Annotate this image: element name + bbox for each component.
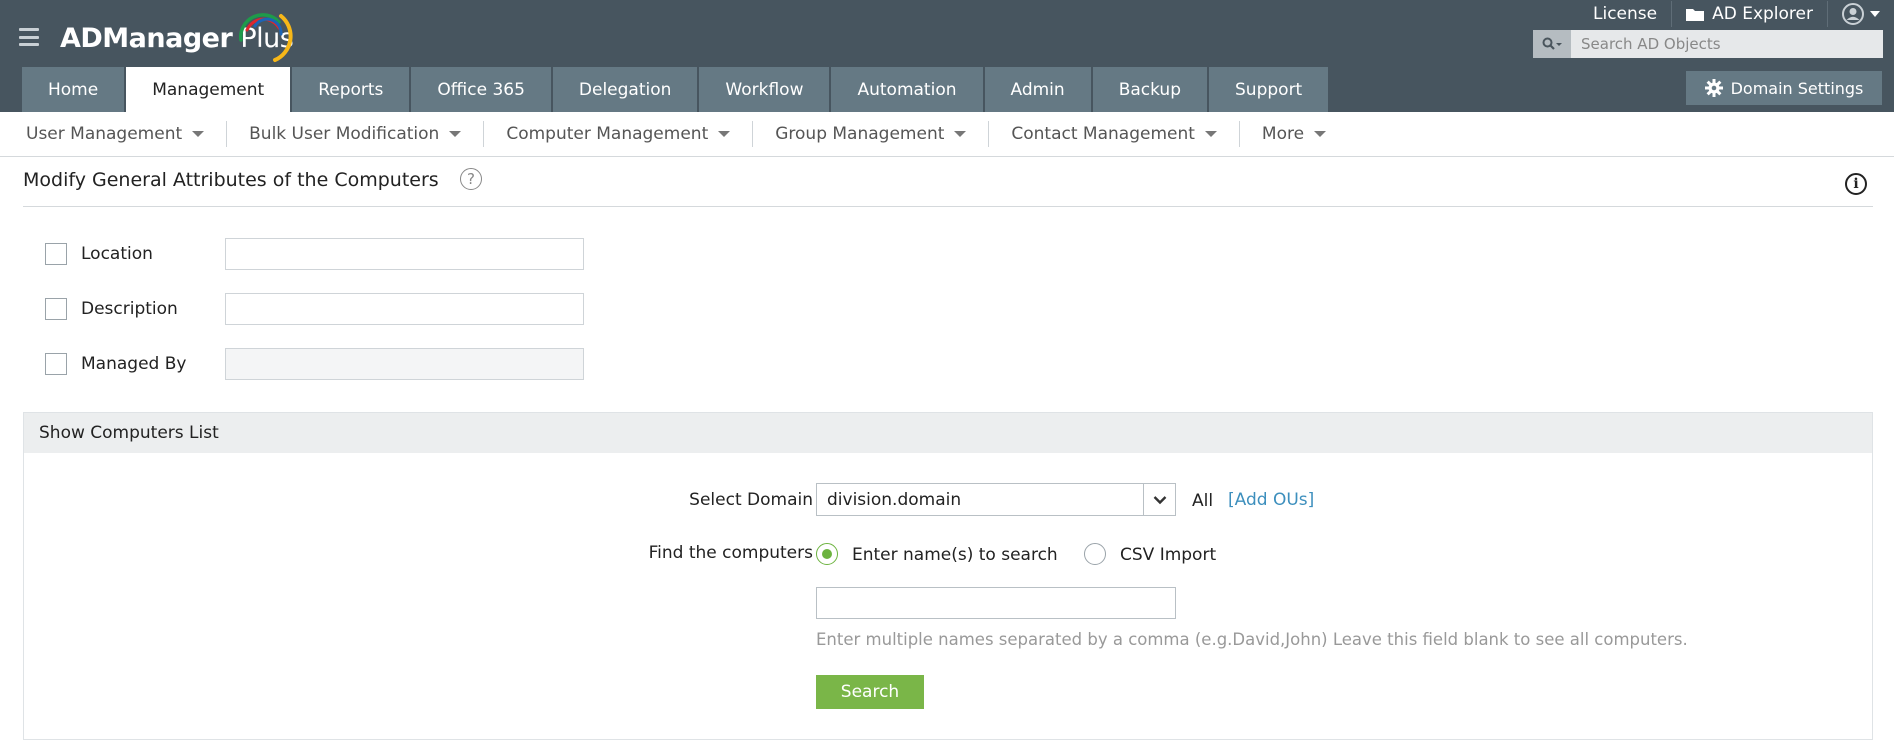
tab-admin[interactable]: Admin	[984, 67, 1091, 112]
chevron-down-icon	[192, 131, 205, 137]
ad-explorer-label: AD Explorer	[1712, 4, 1813, 24]
license-link[interactable]: License	[1579, 1, 1671, 27]
info-icon[interactable]: i	[1845, 173, 1867, 195]
sub-menu: User Management Bulk User Modification Com…	[0, 112, 1894, 157]
description-field[interactable]	[225, 293, 584, 325]
managed-by-label: Managed By	[81, 354, 187, 374]
managed-by-checkbox[interactable]	[45, 353, 67, 375]
submenu-group-management[interactable]: Group Management	[752, 121, 988, 147]
license-label: License	[1593, 4, 1658, 24]
names-hint-text: Enter multiple names separated by a comm…	[816, 630, 1688, 649]
tab-management[interactable]: Management	[126, 67, 291, 112]
submenu-label: Bulk User Modification	[249, 124, 440, 144]
submenu-bulk-user-modification[interactable]: Bulk User Modification	[226, 121, 483, 147]
chevron-down-icon[interactable]	[1143, 484, 1175, 515]
select-domain-label: Select Domain	[689, 490, 813, 510]
attribute-row-managed-by: Managed By	[45, 348, 584, 380]
tab-delegation[interactable]: Delegation	[552, 67, 698, 112]
csv-import-label: CSV Import	[1120, 545, 1217, 565]
tab-home[interactable]: Home	[22, 67, 125, 112]
managed-by-field[interactable]	[225, 348, 584, 380]
logo-name-bold: ADManager	[60, 23, 233, 54]
submenu-label: More	[1261, 124, 1305, 144]
ad-explorer-link[interactable]: AD Explorer	[1671, 1, 1827, 27]
user-account-menu[interactable]	[1827, 1, 1894, 27]
add-ous-link[interactable]: [Add OUs]	[1228, 490, 1314, 510]
radio-enter-names[interactable]	[816, 543, 838, 565]
chevron-down-icon	[449, 131, 462, 137]
show-computers-panel: Show Computers List Select Domain divisi…	[23, 412, 1873, 740]
panel-heading: Show Computers List	[24, 413, 1872, 453]
location-label: Location	[81, 244, 153, 264]
radio-csv-import[interactable]	[1084, 543, 1106, 565]
domain-settings-button[interactable]: Domain Settings	[1686, 71, 1882, 105]
all-label: All	[1192, 491, 1214, 511]
attribute-row-description: Description	[45, 293, 584, 325]
chevron-down-icon	[1314, 131, 1327, 137]
hamburger-menu-icon[interactable]	[19, 28, 39, 46]
find-computers-label: Find the computers	[648, 543, 813, 563]
top-header: ADManager Plus License AD Explorer Searc…	[0, 0, 1894, 112]
app-logo[interactable]: ADManager Plus	[60, 13, 294, 62]
folder-icon	[1686, 9, 1705, 21]
tab-automation[interactable]: Automation	[831, 67, 983, 112]
chevron-down-icon	[718, 131, 731, 137]
help-icon[interactable]: ?	[460, 168, 482, 190]
main-tabs: Home Management Reports Office 365 Delegatio…	[22, 67, 1330, 112]
user-avatar-icon	[1842, 3, 1864, 25]
search-button[interactable]: Search	[816, 675, 924, 709]
tab-office-365[interactable]: Office 365	[411, 67, 551, 112]
submenu-computer-management[interactable]: Computer Management	[483, 121, 752, 147]
tab-workflow[interactable]: Workflow	[699, 67, 830, 112]
chevron-down-icon	[1870, 11, 1880, 17]
domain-select-value: division.domain	[827, 489, 962, 510]
submenu-user-management[interactable]: User Management	[4, 121, 226, 147]
computer-names-input[interactable]	[816, 587, 1176, 619]
chevron-down-icon	[1204, 131, 1217, 137]
domain-settings-label: Domain Settings	[1730, 78, 1864, 98]
submenu-contact-management[interactable]: Contact Management	[988, 121, 1239, 147]
location-checkbox[interactable]	[45, 243, 67, 265]
ad-object-search	[1533, 30, 1883, 58]
top-links: License AD Explorer	[1579, 0, 1894, 28]
location-field[interactable]	[225, 238, 584, 270]
chevron-down-icon	[954, 131, 967, 137]
submenu-more[interactable]: More	[1238, 121, 1348, 147]
search-icon[interactable]	[1533, 30, 1571, 58]
attribute-row-location: Location	[45, 238, 584, 270]
search-input[interactable]	[1571, 30, 1883, 58]
enter-names-label: Enter name(s) to search	[852, 545, 1058, 565]
description-label: Description	[81, 299, 178, 319]
page-title: Modify General Attributes of the Compute…	[23, 169, 439, 191]
tab-reports[interactable]: Reports	[292, 67, 410, 112]
domain-select[interactable]: division.domain	[816, 483, 1176, 516]
submenu-label: User Management	[26, 124, 183, 144]
logo-swirl-icon	[239, 13, 293, 62]
title-divider	[23, 206, 1873, 207]
submenu-label: Contact Management	[1011, 124, 1195, 144]
description-checkbox[interactable]	[45, 298, 67, 320]
tab-backup[interactable]: Backup	[1092, 67, 1208, 112]
submenu-label: Computer Management	[506, 124, 709, 144]
tab-support[interactable]: Support	[1209, 67, 1329, 112]
submenu-label: Group Management	[775, 124, 945, 144]
gear-icon	[1704, 79, 1723, 97]
